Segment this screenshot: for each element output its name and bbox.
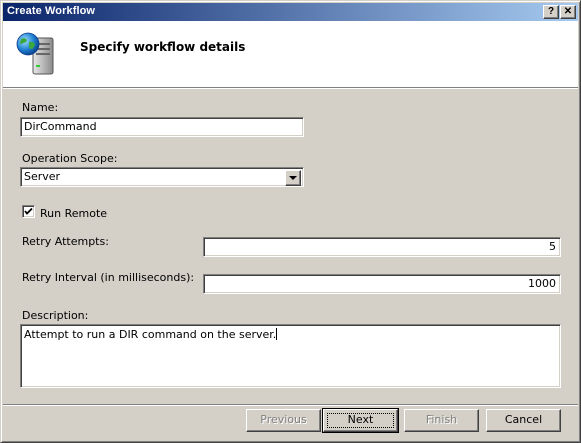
help-button[interactable]: ? <box>543 5 559 19</box>
create-workflow-dialog: Create Workflow ? ✕ Specify workflow det… <box>0 0 581 443</box>
description-textarea[interactable]: Attempt to run a DIR command on the serv… <box>20 324 561 388</box>
close-button[interactable]: ✕ <box>560 5 576 19</box>
finish-button[interactable]: Finish <box>404 409 479 432</box>
cancel-button-label: Cancel <box>504 413 543 426</box>
header-divider <box>3 87 578 89</box>
retry-attempts-label: Retry Attempts: <box>22 235 109 248</box>
operation-scope-value: Server <box>24 170 61 183</box>
cancel-button[interactable]: Cancel <box>486 409 561 432</box>
text-caret <box>276 328 278 340</box>
previous-button-label: Previous <box>260 413 307 426</box>
description-label: Description: <box>22 309 89 322</box>
globe-server-icon <box>16 32 54 75</box>
retry-interval-input[interactable]: 1000 <box>203 274 561 294</box>
chevron-down-icon[interactable] <box>285 170 301 186</box>
run-remote-checkbox[interactable] <box>22 205 35 218</box>
footer-divider <box>3 404 578 406</box>
previous-button[interactable]: Previous <box>246 409 321 432</box>
name-label: Name: <box>22 101 59 114</box>
name-input[interactable]: DirCommand <box>20 117 304 137</box>
retry-interval-label: Retry Interval (in milliseconds): <box>22 271 195 284</box>
page-title: Specify workflow details <box>80 40 246 54</box>
operation-scope-label: Operation Scope: <box>22 152 118 165</box>
operation-scope-select[interactable]: Server <box>20 167 304 187</box>
title-bar[interactable]: Create Workflow ? ✕ <box>3 3 578 21</box>
description-text: Attempt to run a DIR command on the serv… <box>24 328 277 341</box>
checkmark-icon <box>24 207 33 215</box>
finish-button-label: Finish <box>425 413 458 426</box>
window-title: Create Workflow <box>7 5 96 17</box>
run-remote-label[interactable]: Run Remote <box>40 207 107 220</box>
next-button[interactable]: Next <box>322 408 399 433</box>
focus-rect <box>327 413 394 428</box>
retry-attempts-input[interactable]: 5 <box>203 237 561 257</box>
wizard-header: Specify workflow details <box>3 21 578 87</box>
